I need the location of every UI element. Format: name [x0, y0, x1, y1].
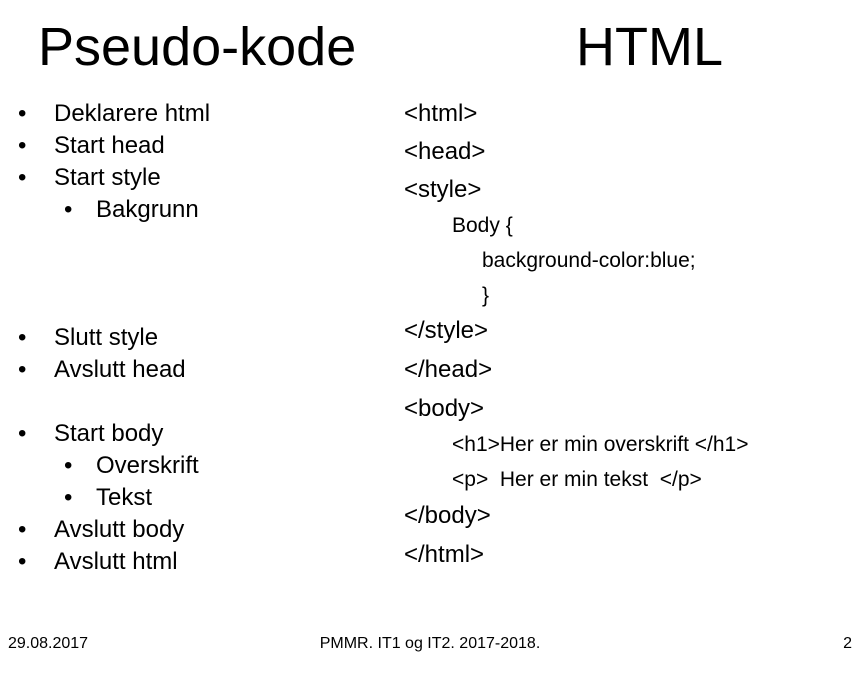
bullet-icon: • — [18, 100, 27, 127]
bullet-icon: • — [18, 548, 27, 575]
title-pseudo-kode: Pseudo-kode — [38, 17, 357, 77]
code-line: </body> — [404, 502, 491, 529]
code-line: background-color:blue; — [482, 249, 696, 272]
list-item-text: Overskrift — [96, 452, 199, 479]
code-line: Body { — [452, 214, 513, 237]
code-line: </html> — [404, 541, 485, 568]
list-item-text: Start style — [54, 164, 161, 191]
code-line: </head> — [404, 356, 493, 383]
footer-course: PMMR. IT1 og IT2. 2017-2018. — [319, 635, 541, 652]
bullet-icon: • — [18, 516, 27, 543]
list-item-text: Tekst — [96, 484, 153, 511]
code-line: } — [482, 284, 490, 307]
list-item-text: Slutt style — [54, 324, 159, 351]
bullet-icon: • — [64, 484, 73, 511]
bullet-icon: • — [18, 420, 27, 447]
list-item-text: Start head — [54, 132, 165, 159]
code-line: </style> — [404, 317, 489, 344]
bullet-icon: • — [18, 356, 27, 383]
bullet-icon: • — [18, 132, 27, 159]
list-item-text: Avslutt head — [54, 356, 186, 383]
bullet-icon: • — [64, 196, 73, 223]
code-line: <html> — [404, 100, 478, 127]
list-item-text: Bakgrunn — [96, 196, 199, 223]
code-line: <body> — [404, 395, 485, 422]
title-html: HTML — [576, 17, 723, 77]
list-item-text: Start body — [54, 420, 164, 447]
list-item-text: Deklarere html — [54, 100, 211, 127]
code-line: <h1>Her er min overskrift </h1> — [452, 433, 749, 456]
code-line: <head> — [404, 138, 486, 165]
bullet-icon: • — [18, 324, 27, 351]
code-line: <style> — [404, 176, 482, 203]
list-item-text: Avslutt html — [54, 548, 178, 575]
list-item-text: Avslutt body — [54, 516, 185, 543]
page-number: 2 — [843, 635, 852, 652]
bullet-icon: • — [18, 164, 27, 191]
code-line: <p> Her er min tekst </p> — [452, 468, 702, 491]
bullet-icon: • — [64, 452, 73, 479]
